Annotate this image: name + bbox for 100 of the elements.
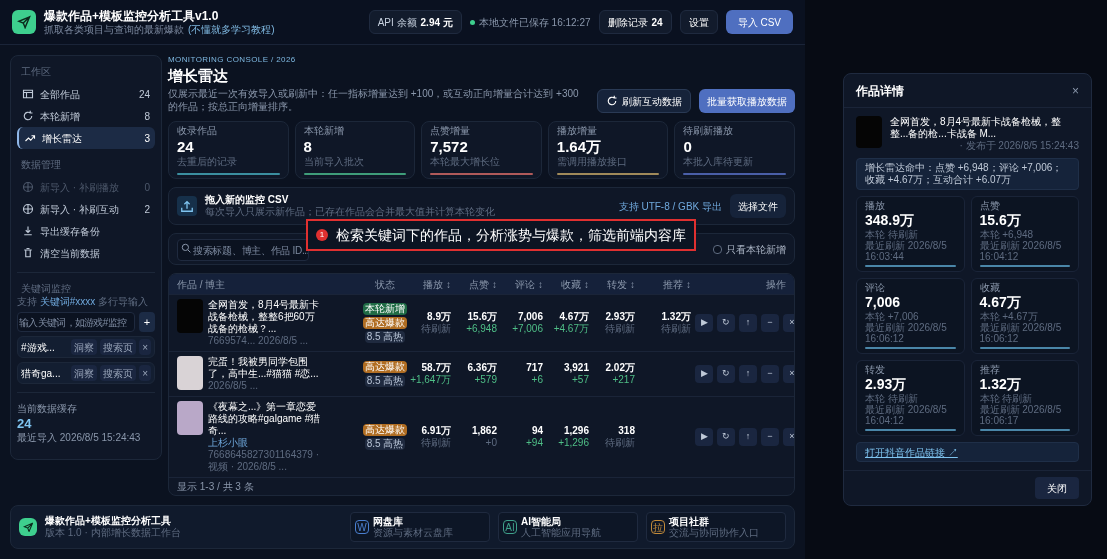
- row-action-button[interactable]: −: [761, 314, 779, 332]
- globe-icon: [22, 181, 34, 193]
- metric-value: 94: [531, 425, 543, 437]
- refresh-interactions-button[interactable]: 刷新互动数据: [597, 89, 691, 113]
- fetch-plays-button[interactable]: 批量获取播放数据: [699, 89, 795, 113]
- hit-summary: 增长雷达命中：点赞 +6,948；评论 +7,006；收藏 +4.67万；互动合计 +6.07万: [856, 158, 1079, 190]
- only-new-label: 只看本轮新增: [726, 242, 786, 257]
- column-header[interactable]: 转发 ↕: [593, 276, 639, 292]
- metric-delta: +94: [526, 437, 543, 449]
- cache-count: 24: [17, 416, 33, 432]
- keyword-label: #游戏...: [21, 340, 56, 355]
- column-header[interactable]: 播放 ↕: [409, 276, 455, 292]
- sidebar-item[interactable]: 清空当前数据: [17, 242, 155, 264]
- footer-subtitle: 版本 1.0 · 内部增长数据工作台: [45, 527, 182, 539]
- keyword-action-button[interactable]: 洞察: [71, 339, 98, 355]
- card-subtitle: 资源与素材云盘库: [373, 527, 453, 538]
- row-action-button[interactable]: ↑: [739, 428, 757, 446]
- row-action-button[interactable]: ×: [783, 314, 794, 332]
- stat-card: 待刷新播放 0 本批入库待更新: [674, 121, 795, 179]
- card-badge: W: [355, 520, 369, 534]
- metric-value: 15.6万: [467, 311, 497, 323]
- metric-value: 3,921: [563, 362, 589, 374]
- metric-value: 1.32万: [661, 311, 691, 323]
- app-title: 爆款作品+模板监控分析工具v1.0: [44, 8, 220, 24]
- row-action-button[interactable]: −: [761, 365, 779, 383]
- metric-value: 8.9万: [427, 311, 451, 323]
- metric-delta: 待刷新: [605, 323, 635, 335]
- work-title[interactable]: 完蛋！我被男同学包围了，高中生...#猫猫 #恋...: [208, 356, 324, 380]
- sidebar-item[interactable]: 本轮新增 8: [17, 105, 155, 127]
- column-header[interactable]: 推荐 ↕: [639, 276, 695, 292]
- metric-card: 评论 7,006 本轮 +7,006 最近刷新 2026/8/5 16:06:12: [856, 278, 965, 354]
- keyword-input[interactable]: 输入关键词，如游戏#监控: [17, 312, 135, 332]
- keyword-action-button[interactable]: 洞察: [71, 365, 98, 381]
- import-csv-button[interactable]: 导入 CSV: [725, 10, 793, 34]
- metric-value: 4.67万: [559, 311, 589, 323]
- encoding-hint: 支持 UTF-8 / GBK 导出: [618, 199, 722, 214]
- card-title: AI智能局: [521, 516, 561, 527]
- work-title[interactable]: 《夜幕之...》第一章恋爱路线的攻略#galgame #猎奇...: [208, 401, 324, 437]
- metric-value: 1,296: [563, 425, 589, 437]
- upload-icon: [177, 196, 197, 216]
- keyword-hint: 支持 关键词#xxxx 多行导输入: [17, 296, 150, 308]
- author-name[interactable]: 上杉小眼: [208, 437, 324, 449]
- metric-value: 2.93万: [605, 311, 635, 323]
- callout-number: 1: [316, 229, 328, 241]
- trash-icon: [22, 247, 34, 259]
- search-field[interactable]: 搜索标题、博主、作品 ID...: [177, 239, 309, 262]
- choose-file-button[interactable]: 选择文件: [730, 194, 786, 218]
- work-meta: 7668645827301164379 · 视频 · 2026/8/5 ...: [208, 449, 321, 473]
- keyword-action-button[interactable]: 搜索页: [100, 365, 137, 381]
- metric-delta: +1,647万: [410, 374, 451, 386]
- download-icon: [22, 225, 34, 237]
- remove-keyword-button[interactable]: ×: [139, 339, 151, 355]
- remove-keyword-button[interactable]: ×: [139, 365, 151, 381]
- close-dialog-button[interactable]: 关闭: [1035, 477, 1079, 499]
- sidebar-item[interactable]: 新导入 · 补刷互动 2: [17, 198, 155, 220]
- thumbnail-placeholder: [177, 401, 203, 435]
- row-action-button[interactable]: ↻: [717, 314, 735, 332]
- open-link[interactable]: 打开抖音作品链接 ↗: [856, 442, 1079, 462]
- metric-delta: +0: [485, 437, 497, 449]
- work-title: 全网首发，8月4号最新卡战备枪械，整整...备的枪...卡战备 M...: [890, 116, 1063, 140]
- work-meta: 7669574... 2026/8/5 ...: [208, 335, 310, 347]
- keyword-action-button[interactable]: 搜索页: [100, 339, 137, 355]
- row-action-button[interactable]: ↑: [739, 365, 757, 383]
- column-header[interactable]: 点赞 ↕: [455, 276, 501, 292]
- metric-delta: +57: [572, 374, 589, 386]
- score-tag: 8.5 高热: [364, 438, 406, 450]
- refresh-icon: [606, 95, 618, 107]
- refresh-icon: [22, 110, 34, 122]
- row-action-button[interactable]: ×: [783, 365, 794, 383]
- row-action-button[interactable]: ↑: [739, 314, 757, 332]
- score-tag: 8.5 高热: [364, 375, 406, 387]
- column-header[interactable]: 评论 ↕: [501, 276, 547, 292]
- row-action-button[interactable]: ▶: [695, 314, 713, 332]
- sidebar-item[interactable]: 全部作品 24: [17, 83, 155, 105]
- add-keyword-button[interactable]: +: [139, 312, 155, 332]
- deleted-records: 删除记录 24: [598, 10, 672, 34]
- checkbox[interactable]: [713, 244, 722, 254]
- metric-delta: 待刷新: [605, 437, 635, 449]
- work-title[interactable]: 全网首发，8月4号最新卡战备枪械，整整6把60万战备的枪械？...: [208, 299, 324, 335]
- sidebar-item[interactable]: 增长雷达 3: [17, 127, 155, 149]
- row-action-button[interactable]: ↻: [717, 428, 735, 446]
- tutorial-link[interactable]: (不懂就多学习教程): [188, 23, 275, 36]
- metric-delta: +579: [474, 374, 497, 386]
- column-header: 操作: [765, 277, 786, 292]
- metric-card: 收藏 4.67万 本轮 +4.67万 最近刷新 2026/8/5 16:06:12: [970, 278, 1079, 354]
- status-tag: 高达爆款: [363, 317, 407, 329]
- metric-value: 6.91万: [421, 425, 451, 437]
- sidebar-item[interactable]: 导出缓存备份: [17, 220, 155, 242]
- status-tag: 高达爆款: [363, 361, 407, 373]
- row-action-button[interactable]: ▶: [695, 428, 713, 446]
- settings-button[interactable]: 设置: [679, 10, 718, 34]
- row-action-button[interactable]: ↻: [717, 365, 735, 383]
- close-button[interactable]: ×: [1072, 81, 1079, 100]
- table-footer: 显示 1-3 / 共 3 条: [177, 479, 254, 494]
- row-action-button[interactable]: −: [761, 428, 779, 446]
- row-action-button[interactable]: ▶: [695, 365, 713, 383]
- callout-text: 检索关键词下的作品，分析涨势与爆款，筛选前端内容库: [336, 225, 686, 245]
- column-header[interactable]: 收藏 ↕: [547, 276, 593, 292]
- api-balance: API 余额 2.94 元: [368, 10, 462, 34]
- row-action-button[interactable]: ×: [783, 428, 794, 446]
